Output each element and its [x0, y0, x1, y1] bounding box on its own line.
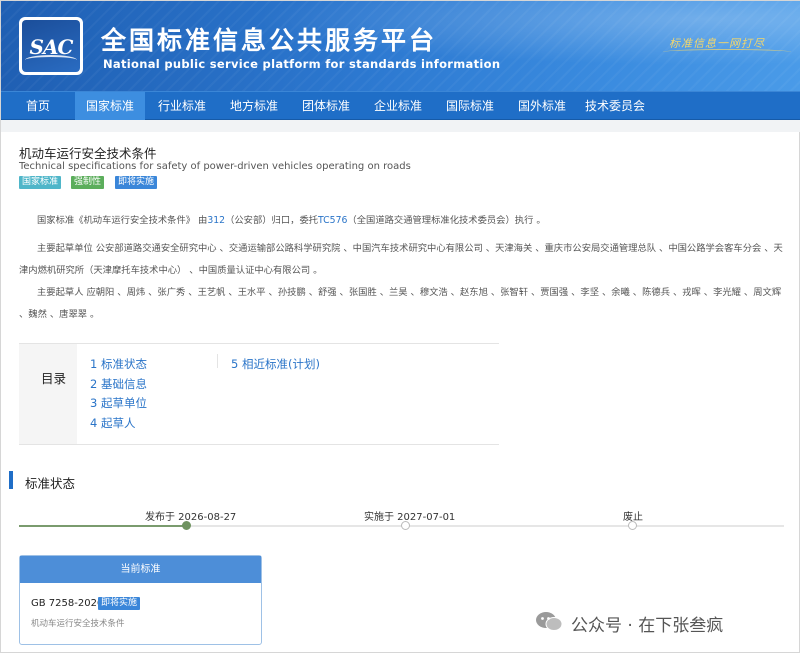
watermark-text: 公众号 · 在下张叁疯 — [571, 616, 724, 636]
standard-title: 机动车运行安全技术条件 — [19, 146, 157, 161]
timeline-dot-abolished — [628, 521, 637, 530]
tag-mandatory: 强制性 — [71, 176, 105, 189]
toc-item-status[interactable]: 1 标准状态 — [90, 356, 147, 372]
intro-prefix: 国家标准《机动车运行安全技术条件》 由 — [37, 215, 208, 226]
current-standard-name: 机动车运行安全技术条件 — [31, 619, 125, 629]
site-subtitle: National public service platform for sta… — [103, 57, 501, 71]
toc-item-drafting-units[interactable]: 3 起草单位 — [90, 395, 147, 411]
toc-item-drafters[interactable]: 4 起草人 — [90, 415, 135, 431]
nav-item-international-standard[interactable]: 国际标准 — [439, 92, 501, 120]
nav-item-foreign-standard[interactable]: 国外标准 — [511, 92, 573, 120]
tc-code-link[interactable]: TC576 — [318, 215, 347, 226]
timeline-dot-published — [182, 521, 191, 530]
toc-title: 目录 — [41, 371, 67, 386]
nav-item-group-standard[interactable]: 团体标准 — [295, 92, 357, 120]
table-of-contents: 目录 1 标准状态 2 基础信息 3 起草单位 4 起草人 5 相近标准(计划) — [19, 343, 499, 445]
toc-header: 目录 — [19, 344, 77, 444]
slogan-underline — [663, 49, 791, 55]
tag-upcoming: 即将实施 — [115, 176, 158, 189]
site-title: 全国标准信息公共服务平台 — [101, 26, 438, 55]
timeline-label-published: 发布于 2026-08-27 — [145, 512, 237, 523]
timeline-progress — [19, 525, 187, 527]
nav-item-local-standard[interactable]: 地方标准 — [223, 92, 285, 120]
current-standard-code[interactable]: GB 7258-2026 — [31, 598, 103, 609]
intro-tc-name: （全国道路交通管理标准化技术委员会）执行 。 — [347, 215, 546, 226]
nav-item-technical-committee[interactable]: 技术委员会 — [581, 92, 649, 120]
nav-item-home[interactable]: 首页 — [18, 92, 58, 120]
nav-item-enterprise-standard[interactable]: 企业标准 — [367, 92, 429, 120]
sac-logo[interactable]: SAC — [19, 17, 83, 75]
status-section-title: 标准状态 — [25, 476, 76, 491]
toc-separator — [217, 354, 218, 368]
current-standard-tag: 即将实施 — [98, 597, 141, 610]
standard-title-en: Technical specifications for safety of p… — [19, 161, 411, 172]
page-gap — [1, 120, 800, 132]
drafting-units-paragraph: 主要起草单位 公安部道路交通安全研究中心 、交通运输部公路科学研究院 、中国汽车… — [19, 243, 783, 276]
nav-item-national-standard[interactable]: 国家标准 — [75, 92, 145, 120]
tag-national-standard: 国家标准 — [19, 176, 62, 189]
intro-org-name: （公安部）归口，委托 — [225, 215, 319, 226]
org-code-link[interactable]: 312 — [207, 215, 225, 226]
drafters-paragraph: 主要起草人 应朝阳 、周炜 、张广秀 、王艺帆 、王水平 、孙技鹏 、舒强 、张… — [19, 287, 782, 320]
toc-item-related-standards[interactable]: 5 相近标准(计划) — [231, 356, 320, 372]
site-header: SAC 全国标准信息公共服务平台 National public service… — [1, 1, 800, 91]
timeline-dot-effective — [401, 521, 410, 530]
toc-item-basic-info[interactable]: 2 基础信息 — [90, 376, 147, 392]
main-nav: 首页 国家标准 行业标准 地方标准 团体标准 企业标准 国际标准 国外标准 技术… — [1, 91, 800, 120]
nav-item-industry-standard[interactable]: 行业标准 — [151, 92, 213, 120]
logo-text: SAC — [29, 35, 74, 59]
current-standard-card[interactable]: 当前标准 GB 7258-2026 即将实施 机动车运行安全技术条件 — [19, 555, 262, 645]
intro-paragraph: 国家标准《机动车运行安全技术条件》 由312（公安部）归口，委托TC576（全国… — [19, 210, 789, 232]
current-standard-header: 当前标准 — [20, 556, 261, 583]
wechat-official-account-icon — [536, 612, 563, 631]
timeline-label-effective: 实施于 2027-07-01 — [364, 512, 456, 523]
section-accent-bar — [9, 471, 13, 489]
